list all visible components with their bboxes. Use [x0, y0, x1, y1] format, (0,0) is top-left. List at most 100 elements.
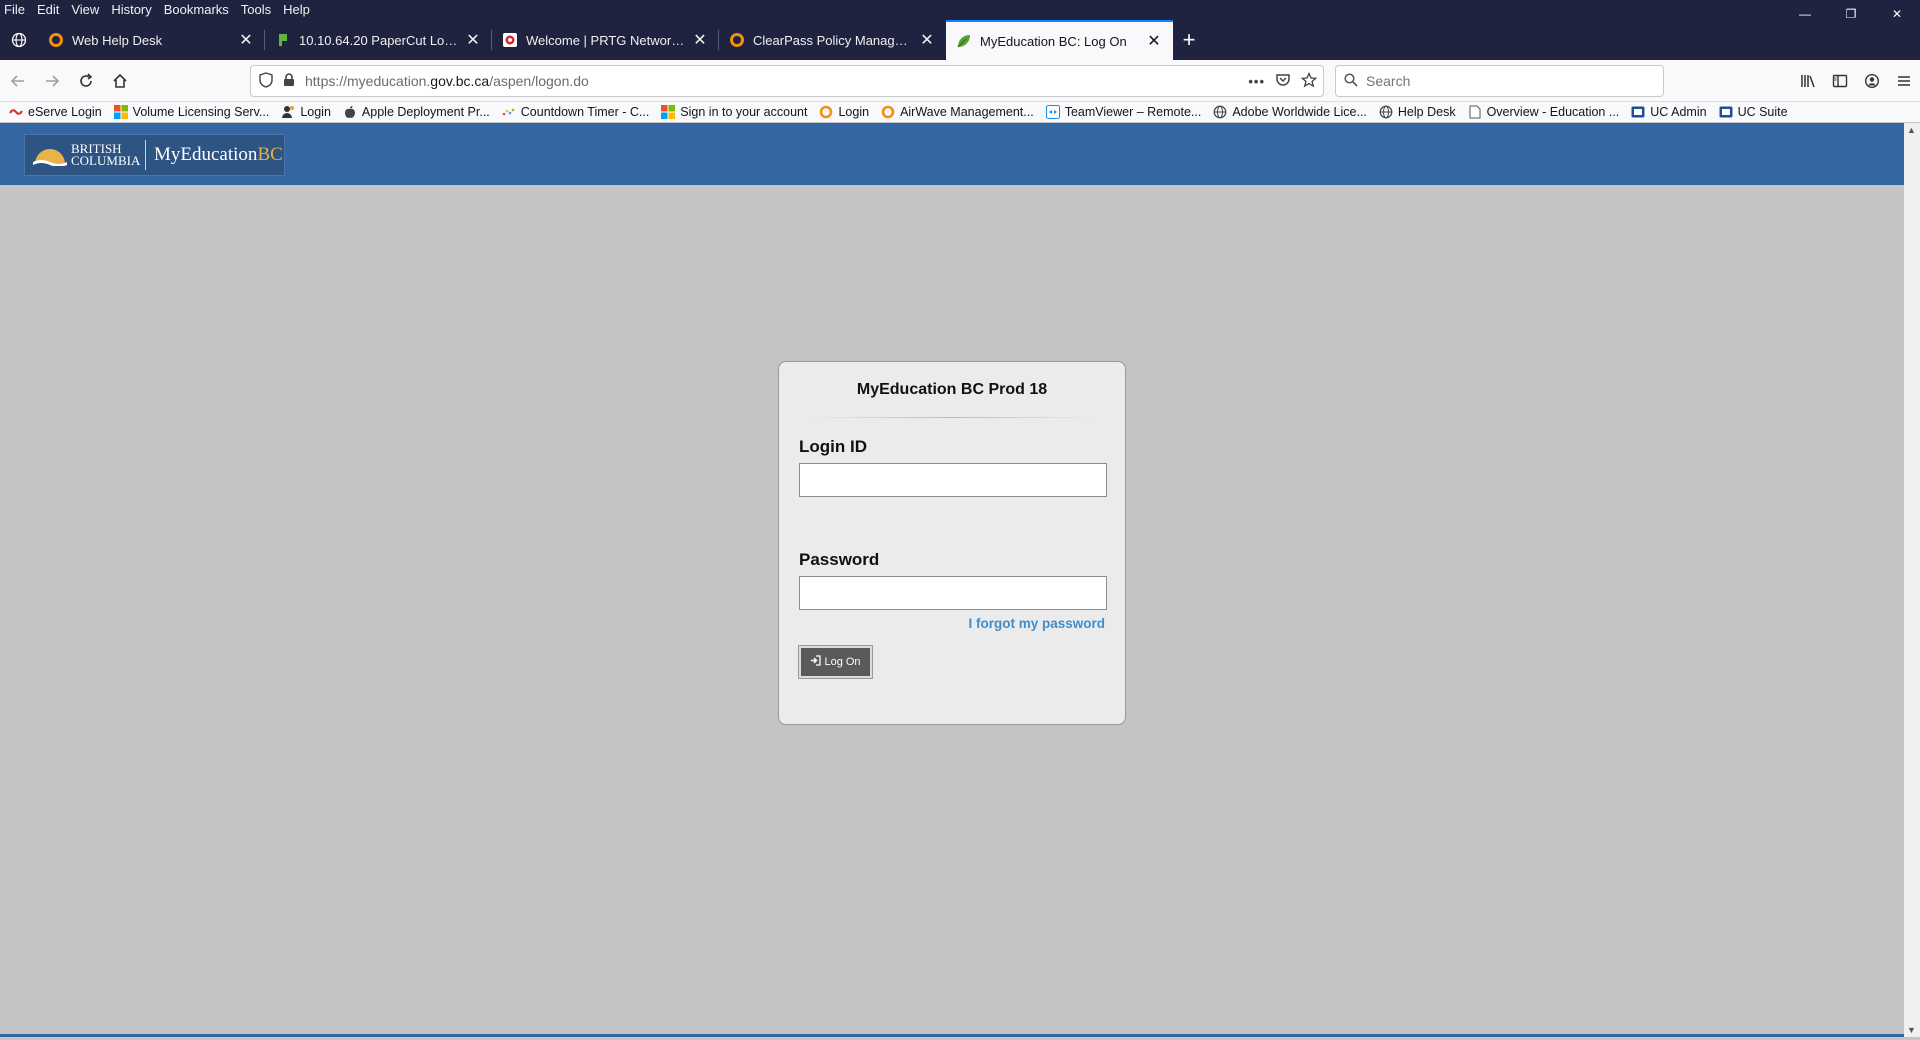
- password-input[interactable]: [799, 576, 1107, 610]
- person-icon: [280, 105, 296, 119]
- prtg-icon: [503, 33, 517, 47]
- tab-myeducation[interactable]: MyEducation BC: Log On ✕: [946, 20, 1173, 60]
- bookmark-label: eServe Login: [28, 105, 102, 119]
- bookmark-teamviewer[interactable]: TeamViewer – Remote...: [1045, 105, 1202, 119]
- url-text[interactable]: https://myeducation.gov.bc.ca/aspen/logo…: [305, 73, 589, 89]
- menu-tools[interactable]: Tools: [235, 0, 277, 20]
- bookmark-eserve[interactable]: eServe Login: [8, 105, 102, 119]
- account-icon[interactable]: [1856, 65, 1888, 97]
- eserve-icon: [8, 105, 24, 119]
- bookmark-uc-suite[interactable]: UC Suite: [1718, 105, 1788, 119]
- menu-view[interactable]: View: [65, 0, 105, 20]
- page-scrollbar[interactable]: ▲ ▼: [1904, 123, 1920, 1037]
- title-divider: [807, 417, 1097, 418]
- log-in-arrow-icon: [810, 655, 822, 669]
- brand-name: MyEducationBC: [146, 144, 283, 166]
- brand-accent: BC: [257, 144, 283, 165]
- bookmark-volume-licensing[interactable]: Volume Licensing Serv...: [113, 105, 270, 119]
- page-content: BRITISH COLUMBIA MyEducationBC MyEducati…: [0, 123, 1904, 1037]
- close-icon[interactable]: ✕: [1145, 31, 1163, 51]
- scroll-down-icon[interactable]: ▼: [1907, 1025, 1916, 1035]
- globe-icon: [1212, 105, 1228, 119]
- scroll-up-icon[interactable]: ▲: [1907, 125, 1916, 135]
- bookmark-overview-education[interactable]: Overview - Education ...: [1467, 105, 1620, 119]
- menu-bookmarks[interactable]: Bookmarks: [158, 0, 235, 20]
- forgot-password-link[interactable]: I forgot my password: [779, 616, 1105, 631]
- dots-icon: [501, 105, 517, 119]
- log-on-button[interactable]: Log On: [798, 645, 873, 679]
- bookmark-uc-admin[interactable]: UC Admin: [1630, 105, 1707, 119]
- library-icon[interactable]: [1792, 65, 1824, 97]
- bookmark-label: UC Admin: [1650, 105, 1707, 119]
- menu-file[interactable]: File: [0, 0, 31, 20]
- papercut-icon: [279, 34, 287, 46]
- login-id-label: Login ID: [799, 437, 867, 456]
- lock-icon[interactable]: [283, 72, 295, 90]
- uc-icon: [1630, 105, 1646, 119]
- login-id-input[interactable]: [799, 463, 1107, 497]
- close-icon[interactable]: ✕: [237, 30, 255, 50]
- leaf-icon: [957, 35, 970, 48]
- close-icon[interactable]: ✕: [464, 30, 482, 50]
- bookmark-label: Overview - Education ...: [1486, 105, 1620, 119]
- forward-button[interactable]: [36, 65, 68, 97]
- bookmark-label: Volume Licensing Serv...: [132, 105, 270, 119]
- tab-clearpass[interactable]: ClearPass Policy Manager - Aruba ✕: [719, 20, 946, 60]
- bookmark-countdown-timer[interactable]: Countdown Timer - C...: [501, 105, 650, 119]
- search-icon: [1344, 72, 1358, 90]
- bookmark-label: Sign in to your account: [680, 105, 808, 119]
- bookmark-label: Help Desk: [1397, 105, 1456, 119]
- bookmark-adobe[interactable]: Adobe Worldwide Lice...: [1212, 105, 1367, 119]
- bookmark-airwave[interactable]: AirWave Management...: [880, 105, 1034, 119]
- tab-papercut[interactable]: 10.10.64.20 PaperCut Login ✕: [265, 20, 492, 60]
- orange-ring-icon: [49, 33, 63, 47]
- url-bar[interactable]: https://myeducation.gov.bc.ca/aspen/logo…: [250, 65, 1324, 97]
- search-input[interactable]: [1366, 73, 1646, 89]
- myeducation-bc-logo[interactable]: BRITISH COLUMBIA MyEducationBC: [24, 134, 285, 176]
- close-icon[interactable]: ✕: [918, 30, 936, 50]
- tracking-shield-icon[interactable]: [259, 71, 273, 91]
- menu-edit[interactable]: Edit: [31, 0, 65, 20]
- tab-prtg[interactable]: Welcome | PRTG Network Monitor ✕: [492, 20, 719, 60]
- login-panel: MyEducation BC Prod 18 Login ID Password…: [778, 361, 1126, 725]
- windows-icon: [660, 105, 676, 119]
- hamburger-menu-icon[interactable]: [1888, 65, 1920, 97]
- home-button[interactable]: [104, 65, 136, 97]
- reload-button[interactable]: [70, 65, 102, 97]
- tab-label: Welcome | PRTG Network Monitor: [526, 32, 685, 48]
- globe-icon[interactable]: [0, 20, 38, 60]
- bookmark-apple-deployment[interactable]: Apple Deployment Pr...: [342, 105, 490, 119]
- url-prefix: https://myeducation.: [305, 73, 431, 89]
- orange-ring-icon: [818, 105, 834, 119]
- tab-label: ClearPass Policy Manager - Aruba: [753, 32, 912, 48]
- bookmark-label: Countdown Timer - C...: [520, 105, 650, 119]
- bookmark-login-aruba[interactable]: Login: [818, 105, 869, 119]
- footer-line: [0, 1034, 1904, 1037]
- tab-label: 10.10.64.20 PaperCut Login: [299, 32, 458, 48]
- tab-web-help-desk[interactable]: Web Help Desk ✕: [38, 20, 265, 60]
- bookmark-help-desk[interactable]: Help Desk: [1378, 105, 1456, 119]
- pocket-icon[interactable]: [1275, 72, 1291, 91]
- back-button[interactable]: [2, 65, 34, 97]
- sidebar-icon[interactable]: [1824, 65, 1856, 97]
- brand-main: MyEducation: [154, 144, 258, 165]
- windows-icon: [113, 105, 129, 119]
- bookmark-label: Login: [838, 105, 870, 119]
- page-icon: [1467, 105, 1483, 119]
- url-domain: gov.bc.ca: [430, 73, 490, 89]
- menu-help[interactable]: Help: [277, 0, 316, 20]
- menu-history[interactable]: History: [105, 0, 157, 20]
- search-bar[interactable]: [1335, 65, 1664, 97]
- globe-icon: [1378, 105, 1394, 119]
- bookmarks-bar: eServe Login Volume Licensing Serv... Lo…: [0, 102, 1920, 122]
- bookmark-star-icon[interactable]: [1300, 71, 1318, 91]
- password-label: Password: [799, 550, 880, 569]
- bc-government-logo: BRITISH COLUMBIA: [25, 135, 145, 175]
- new-tab-button[interactable]: +: [1173, 20, 1205, 60]
- bookmark-login[interactable]: Login: [280, 105, 331, 119]
- close-icon[interactable]: ✕: [691, 30, 709, 50]
- more-actions-icon[interactable]: •••: [1248, 74, 1265, 89]
- bookmark-label: TeamViewer – Remote...: [1064, 105, 1202, 119]
- sun-icon: [33, 149, 67, 168]
- bookmark-sign-in[interactable]: Sign in to your account: [660, 105, 807, 119]
